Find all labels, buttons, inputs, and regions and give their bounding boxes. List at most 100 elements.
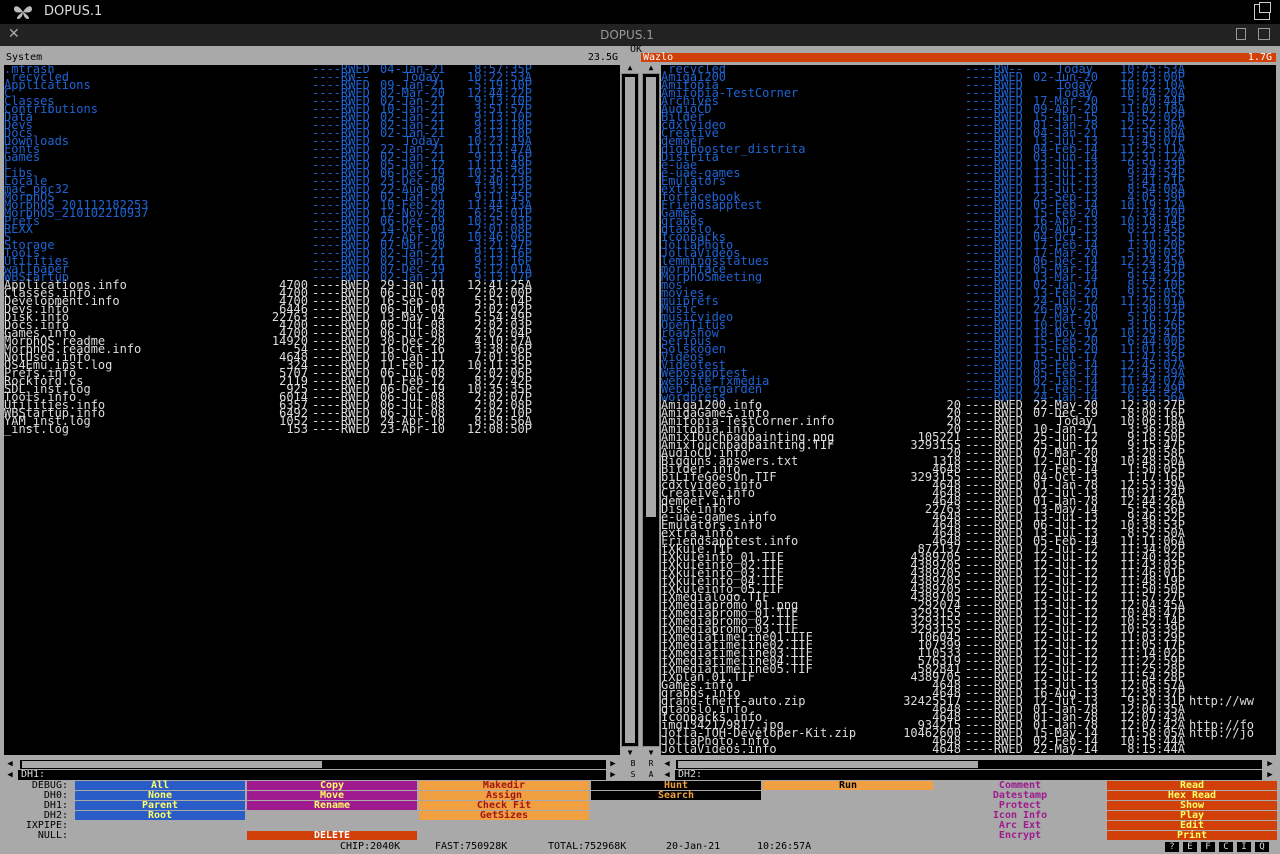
file-protection: ----RWED (312, 422, 370, 436)
arc-ext-button[interactable]: Arc Ext (935, 821, 1105, 831)
edit-button[interactable]: Edit (1107, 821, 1277, 831)
right-scroll-left-button[interactable]: ◀ (661, 759, 673, 769)
right-path-field[interactable]: DH2: (675, 770, 1262, 780)
status-bar: CHIP:2040K FAST:750928K TOTAL:752968K 20… (0, 842, 1280, 852)
empty-button[interactable] (247, 821, 417, 830)
right-vertical-thumb[interactable] (646, 77, 656, 517)
device-label[interactable]: DH0: (4, 791, 72, 801)
buffer-button-r[interactable]: R (642, 759, 660, 768)
total-memory: TOTAL:752968K (548, 841, 627, 852)
right-scroll-down-button[interactable]: ▼ (642, 748, 660, 757)
left-scroll-left-button[interactable]: ◀ (4, 759, 16, 769)
empty-button[interactable] (763, 811, 933, 820)
buffer-button-s[interactable]: S (624, 770, 642, 779)
empty-button[interactable] (763, 831, 933, 840)
device-label[interactable]: DEBUG: (4, 781, 72, 791)
device-label[interactable]: IXPIPE: (4, 821, 72, 831)
getsizes-button[interactable]: GetSizes (419, 811, 589, 821)
makedir-button[interactable]: Makedir (419, 781, 589, 791)
left-scroll-down-button[interactable]: ▼ (621, 748, 639, 757)
protect-button[interactable]: Protect (935, 801, 1105, 811)
copy-button[interactable]: Copy (247, 781, 417, 791)
left-horizontal-thumb[interactable] (22, 761, 322, 768)
print-button[interactable]: Print (1107, 831, 1277, 841)
quick-f-button[interactable]: F (1201, 842, 1215, 852)
hunt-button[interactable]: Hunt (591, 781, 761, 791)
right-scroll-up-button[interactable]: ▲ (642, 63, 660, 72)
left-file-list[interactable]: .mtrash ----RWED 04-Jan-21 8:57:35P .recycle… (4, 65, 620, 755)
help-button[interactable]: ? (1165, 842, 1179, 852)
read-button[interactable]: Read (1107, 781, 1277, 791)
hex-read-button[interactable]: Hex Read (1107, 791, 1277, 801)
encrypt-button[interactable]: Encrypt (935, 831, 1105, 841)
empty-button[interactable] (75, 821, 245, 830)
file-time: 12:08:50P (466, 422, 532, 436)
left-path-back-button[interactable]: ◀ (4, 770, 16, 780)
empty-button[interactable] (763, 821, 933, 830)
device-label[interactable]: DH2: (4, 811, 72, 821)
empty-button[interactable] (419, 831, 589, 840)
left-horizontal-scrollbar[interactable] (20, 760, 606, 769)
empty-button[interactable] (419, 821, 589, 830)
window-title: DOPUS.1 (44, 4, 103, 19)
left-vertical-scrollbar[interactable] (621, 73, 639, 747)
right-vertical-scrollbar[interactable] (642, 73, 660, 747)
zoom-icon[interactable] (1258, 28, 1270, 40)
right-horizontal-thumb[interactable] (678, 761, 978, 768)
search-button[interactable]: Search (591, 791, 761, 801)
left-scroll-right-button[interactable]: ▶ (607, 759, 619, 769)
empty-button[interactable] (591, 811, 761, 820)
file-date: 22-May-14 (1033, 742, 1099, 755)
all-button[interactable]: All (75, 781, 245, 791)
quit-button[interactable]: Q (1255, 842, 1269, 852)
device-label[interactable]: DH1: (4, 801, 72, 811)
root-button[interactable]: Root (75, 811, 245, 821)
parent-button[interactable]: Parent (75, 801, 245, 811)
restore-window-button[interactable] (1254, 2, 1271, 20)
comment-button[interactable]: Comment (935, 781, 1105, 791)
empty-button[interactable] (591, 821, 761, 830)
datestamp-button[interactable]: Datestamp (935, 791, 1105, 801)
left-path-forward-button[interactable]: ▶ (607, 770, 619, 780)
empty-button[interactable] (763, 801, 933, 810)
move-button[interactable]: Move (247, 791, 417, 801)
buffer-button-b[interactable]: B (624, 759, 642, 768)
right-lister-header[interactable]: Wazlo 1.7G (641, 53, 1276, 63)
file-size: 4648 (932, 742, 961, 755)
check-fit-button[interactable]: Check Fit (419, 801, 589, 811)
rename-button[interactable]: Rename (247, 801, 417, 811)
none-button[interactable]: None (75, 791, 245, 801)
right-horizontal-scrollbar[interactable] (676, 760, 1262, 769)
quick-i-button[interactable]: I (1237, 842, 1251, 852)
file-time: 8:15:44A (1127, 742, 1185, 755)
quick-c-button[interactable]: C (1219, 842, 1233, 852)
icon-info-button[interactable]: Icon Info (935, 811, 1105, 821)
fast-memory: FAST:750928K (435, 841, 508, 852)
delete-button[interactable]: DELETE (247, 831, 417, 841)
play-button[interactable]: Play (1107, 811, 1277, 821)
quick-e-button[interactable]: E (1183, 842, 1197, 852)
empty-button[interactable] (75, 831, 245, 840)
right-path-back-button[interactable]: ◀ (661, 770, 673, 780)
right-scroll-right-button[interactable]: ▶ (1264, 759, 1276, 769)
left-vertical-thumb[interactable] (625, 77, 635, 743)
assign-button[interactable]: Assign (419, 791, 589, 801)
buffer-button-a[interactable]: A (642, 770, 660, 779)
left-lister-header[interactable]: System 23.5G (4, 53, 620, 63)
empty-button[interactable] (591, 801, 761, 810)
depth-icon[interactable] (1236, 28, 1246, 40)
left-path-field[interactable]: DH1: (18, 770, 606, 780)
right-file-list[interactable]: .recycled ----RW-- Today 10:25:53A Amiga1200… (661, 65, 1276, 755)
empty-button[interactable] (247, 811, 417, 820)
empty-button[interactable] (591, 831, 761, 840)
device-label[interactable]: NULL: (4, 831, 72, 841)
left-scroll-up-button[interactable]: ▲ (621, 63, 639, 72)
empty-button[interactable] (763, 791, 933, 800)
run-button[interactable]: Run (763, 781, 933, 791)
right-path-forward-button[interactable]: ▶ (1264, 770, 1276, 780)
screen-tab-bar: ✕ DOPUS.1 (0, 24, 1280, 46)
file-row[interactable]: JollaVideos.info 4648 ----RWED 22-May-14 8:1… (661, 742, 1276, 755)
show-button[interactable]: Show (1107, 801, 1277, 811)
status-date: 20-Jan-21 (666, 841, 721, 852)
file-row[interactable]: _inst.log 153 ----RWED 23-Apr-10 12:08:50P (4, 422, 620, 436)
